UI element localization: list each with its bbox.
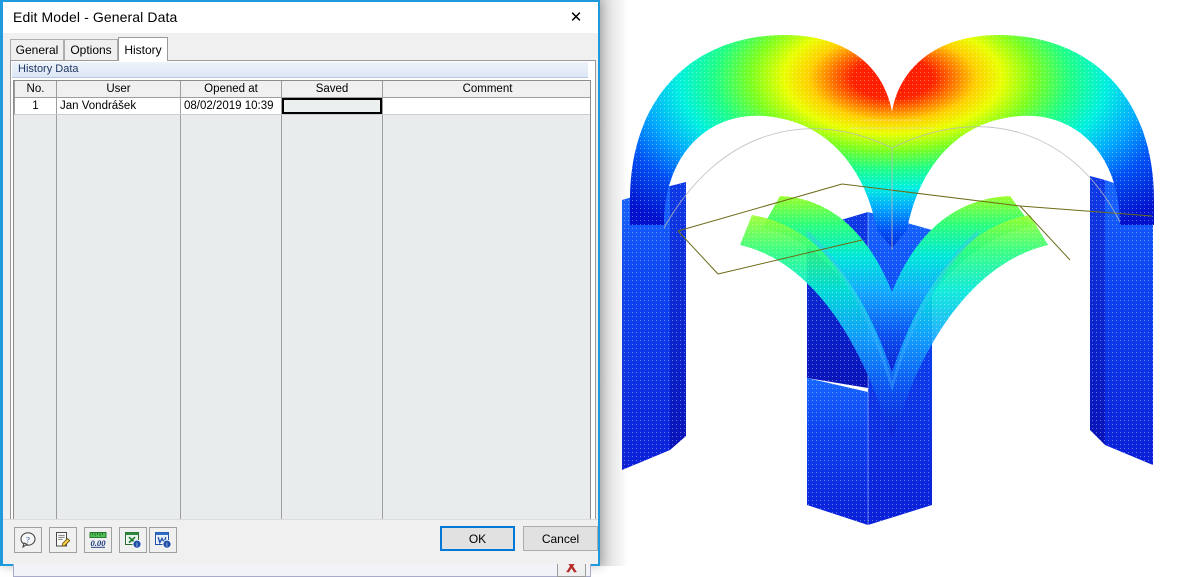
table-header-row: No. User Opened at Saved Comment bbox=[14, 81, 590, 98]
column-header-opened[interactable]: Opened at bbox=[180, 81, 282, 98]
viewport-shadow bbox=[600, 0, 628, 566]
cell-comment[interactable] bbox=[382, 97, 590, 115]
tab-general[interactable]: General bbox=[10, 39, 64, 60]
table-row[interactable]: 1 Jan Vondrášek 08/02/2019 10:39 bbox=[14, 97, 590, 115]
cancel-button[interactable]: Cancel bbox=[523, 526, 598, 551]
export-excel-button[interactable]: i bbox=[119, 527, 147, 553]
question-mark-bubble-icon: ? bbox=[20, 532, 36, 549]
cell-no[interactable]: 1 bbox=[14, 97, 57, 115]
history-table[interactable]: No. User Opened at Saved Comment 1 Jan V… bbox=[13, 80, 591, 553]
history-data-group-header: History Data bbox=[12, 62, 588, 78]
export-word-button[interactable]: i bbox=[149, 527, 177, 553]
title-bar: Edit Model - General Data ✕ bbox=[3, 2, 598, 33]
edit-model-dialog: Edit Model - General Data ✕ General Opti… bbox=[0, 0, 600, 577]
group-header-label: History Data bbox=[18, 63, 79, 75]
window-title: Edit Model - General Data bbox=[13, 9, 178, 25]
close-icon[interactable]: ✕ bbox=[554, 2, 598, 31]
cell-opened[interactable]: 08/02/2019 10:39 bbox=[180, 97, 282, 115]
cell-saved[interactable] bbox=[281, 97, 383, 115]
tab-strip: General Options History bbox=[10, 37, 591, 61]
decimal-label: 0.00 bbox=[90, 538, 106, 548]
edit-comment-button[interactable] bbox=[49, 527, 77, 553]
help-button[interactable]: ? bbox=[14, 527, 42, 553]
excel-export-icon: i bbox=[125, 532, 142, 549]
model-viewport[interactable] bbox=[600, 0, 1185, 566]
tab-options[interactable]: Options bbox=[64, 39, 118, 60]
number-format-button[interactable]: 0.00 bbox=[84, 527, 112, 553]
history-grid: No. User Opened at Saved Comment 1 Jan V… bbox=[14, 81, 590, 115]
table-empty-area bbox=[14, 115, 590, 552]
ok-button[interactable]: OK bbox=[440, 526, 515, 551]
document-pencil-icon bbox=[56, 532, 71, 547]
svg-text:?: ? bbox=[26, 534, 30, 544]
decimal-places-icon: 0.00 bbox=[89, 532, 107, 548]
column-header-no[interactable]: No. bbox=[14, 81, 57, 98]
column-header-comment[interactable]: Comment bbox=[382, 81, 590, 98]
fem-model-graphic bbox=[622, 35, 1154, 525]
cell-user[interactable]: Jan Vondrášek bbox=[56, 97, 181, 115]
word-export-icon: i bbox=[155, 532, 172, 549]
column-header-saved[interactable]: Saved bbox=[281, 81, 383, 98]
column-header-user[interactable]: User bbox=[56, 81, 181, 98]
tab-history[interactable]: History bbox=[118, 37, 168, 61]
history-tab-panel: History Data No. User Opened at Saved Co… bbox=[10, 60, 596, 577]
dialog-footer: ? 0.00 i i OK Cancel bbox=[3, 519, 598, 564]
